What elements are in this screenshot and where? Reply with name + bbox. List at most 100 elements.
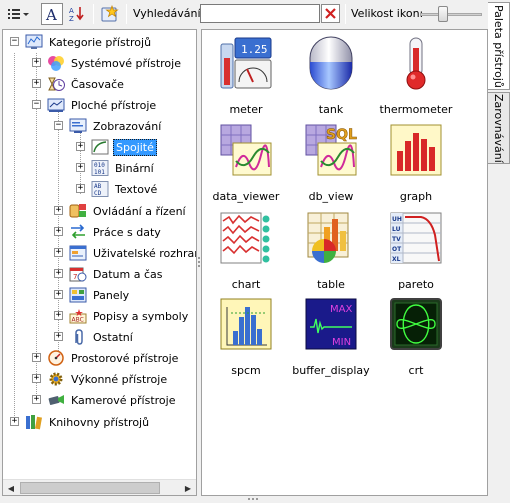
toolbar: A A Z Vyhledávání: Velikost ikon: (0, 0, 488, 28)
tree-node-data-work[interactable]: + Práce s daty (49, 223, 163, 241)
palette-item-chart[interactable]: chart (205, 211, 287, 296)
tank-icon (309, 36, 353, 90)
svg-text:010: 010 (94, 162, 105, 169)
palette-item-label: table (317, 278, 345, 291)
tree-node-flat-instruments[interactable]: − Ploché přístroje (27, 96, 158, 114)
tree-node-system-instruments[interactable]: + Systémové přístroje (27, 54, 183, 72)
tree-node-root[interactable]: − Kategorie přístrojů (5, 33, 153, 51)
font-button[interactable]: A (41, 3, 63, 25)
palette-item-graph[interactable]: graph (375, 123, 457, 208)
scroll-right-arrow-icon[interactable]: ▶ (180, 480, 196, 495)
expand-toggle[interactable]: + (32, 58, 41, 67)
expand-toggle[interactable]: + (54, 290, 63, 299)
expand-toggle[interactable]: + (54, 248, 63, 257)
palette-item-label: db_view (308, 190, 354, 203)
tree-node-label: Systémové přístroje (71, 56, 181, 70)
palette-item-label: chart (231, 278, 261, 291)
palette-item-tank[interactable]: tank (290, 36, 372, 121)
sort-button[interactable]: A Z (66, 3, 88, 25)
palette-item-label: spcm (231, 364, 261, 377)
expand-toggle[interactable]: + (54, 227, 63, 236)
scrollbar-thumb[interactable] (20, 482, 160, 494)
tree-node-binary[interactable]: + 010 101 Binární (71, 159, 156, 177)
tree-node-control[interactable]: + Ovládání a řízení (49, 202, 188, 220)
pareto-row-label: OT (392, 246, 402, 253)
tree-node-label: Knihovny přístrojů (49, 415, 150, 429)
tree-node-date-time[interactable]: + 7 Datum a čas (49, 265, 164, 283)
clear-search-button[interactable] (321, 4, 340, 23)
tab-label: Zarovnávání (492, 93, 505, 163)
expand-toggle[interactable]: + (54, 332, 63, 341)
tree-node-label: Popisy a symboly (93, 309, 189, 323)
tree-node-other[interactable]: + Ostatní (49, 328, 135, 346)
tree-horizontal-scrollbar[interactable]: ◀ ▶ (3, 479, 196, 495)
pareto-row-label: UH (392, 216, 402, 223)
palette-item-buffer-display[interactable]: MAX MIN buffer_display (290, 297, 372, 382)
expand-toggle[interactable]: + (32, 353, 41, 362)
tree-node-power-instruments[interactable]: + Výkonné přístroje (27, 370, 169, 388)
palette-item-spcm[interactable]: spcm (205, 297, 287, 382)
svg-text:Z: Z (69, 15, 74, 23)
palette-item-meter[interactable]: 1.25 meter (205, 36, 287, 121)
tree-node-timers[interactable]: + Časovače (27, 75, 126, 93)
palette-item-thermometer[interactable]: thermometer (375, 36, 457, 121)
palette-item-crt[interactable]: crt (375, 297, 457, 382)
side-tab-strip: Paleta přístrojů Zarovnávání (488, 0, 510, 503)
slider-thumb[interactable] (438, 6, 448, 22)
palette-item-label: buffer_display (292, 364, 370, 377)
collapse-toggle[interactable]: − (32, 100, 41, 109)
tree-node-label: Zobrazování (93, 119, 162, 133)
expand-toggle[interactable]: + (76, 184, 85, 193)
palette-item-table[interactable]: table (290, 211, 372, 296)
tree-node-panels[interactable]: + Panely (49, 286, 131, 304)
panel-resize-grip[interactable] (238, 497, 268, 501)
collapse-toggle[interactable]: − (10, 37, 19, 46)
expand-toggle[interactable]: + (54, 269, 63, 278)
view-menu-button[interactable] (3, 3, 33, 25)
expand-toggle[interactable]: + (32, 395, 41, 404)
favorites-button[interactable] (98, 3, 122, 25)
tree-node-label: Časovače (71, 77, 124, 91)
palette-item-data-viewer[interactable]: data_viewer (205, 123, 287, 208)
expand-toggle[interactable]: + (54, 206, 63, 215)
scroll-left-arrow-icon[interactable]: ◀ (3, 480, 19, 495)
search-input[interactable] (200, 4, 320, 23)
tree-node-spatial-instruments[interactable]: + Prostorové přístroje (27, 349, 180, 367)
tree-node-user-interface[interactable]: + Uživatelské rozhraní (49, 244, 196, 262)
slider-track (420, 13, 482, 16)
tree-node-label: Výkonné přístroje (71, 372, 168, 386)
expand-toggle[interactable]: + (76, 142, 85, 151)
palette-item-label: thermometer (379, 103, 453, 116)
tree-node-camera-instruments[interactable]: + Kamerové přístroje (27, 391, 177, 409)
timers-icon (48, 77, 65, 91)
tree-node-text[interactable]: + AB CD Textové (71, 180, 159, 198)
tree-node-label-selected: Spojité (113, 138, 157, 156)
collapse-toggle[interactable]: − (54, 121, 63, 130)
tree-node-labels-symbols[interactable]: + ABC Popisy a symboly (49, 307, 190, 325)
tree-node-instrument-libraries[interactable]: + Knihovny přístrojů (5, 413, 151, 431)
tree-node-display[interactable]: − Zobrazování (49, 117, 163, 135)
expand-toggle[interactable]: + (76, 163, 85, 172)
expand-toggle[interactable]: + (32, 79, 41, 88)
icon-size-label: Velikost ikon: (351, 7, 424, 20)
palette-item-pareto[interactable]: UH LU TV OT XL pareto (375, 211, 457, 296)
expand-toggle[interactable]: + (32, 374, 41, 383)
expand-toggle[interactable]: + (54, 311, 63, 320)
toolbar-separator (345, 4, 346, 24)
svg-text:101: 101 (94, 169, 105, 176)
tree-node-label: Panely (93, 288, 130, 302)
tab-alignment[interactable]: Zarovnávání (488, 92, 510, 164)
tree-node-label: Binární (115, 161, 154, 175)
icon-size-slider[interactable] (420, 6, 482, 22)
list-icon (8, 9, 29, 19)
sort-icon: A Z (69, 7, 84, 23)
expand-toggle[interactable]: + (10, 417, 19, 426)
tree-node-label: Kategorie přístrojů (49, 35, 152, 49)
tab-instrument-palette[interactable]: Paleta přístrojů (488, 2, 510, 90)
gear-icon (49, 372, 63, 386)
db-view-icon: SQL (305, 124, 357, 176)
palette-item-db-view[interactable]: SQL db_view (290, 123, 372, 208)
palette-item-label: crt (408, 364, 424, 377)
data-viewer-icon (220, 124, 272, 176)
tree-node-continuous[interactable]: + Spojité (71, 138, 157, 156)
